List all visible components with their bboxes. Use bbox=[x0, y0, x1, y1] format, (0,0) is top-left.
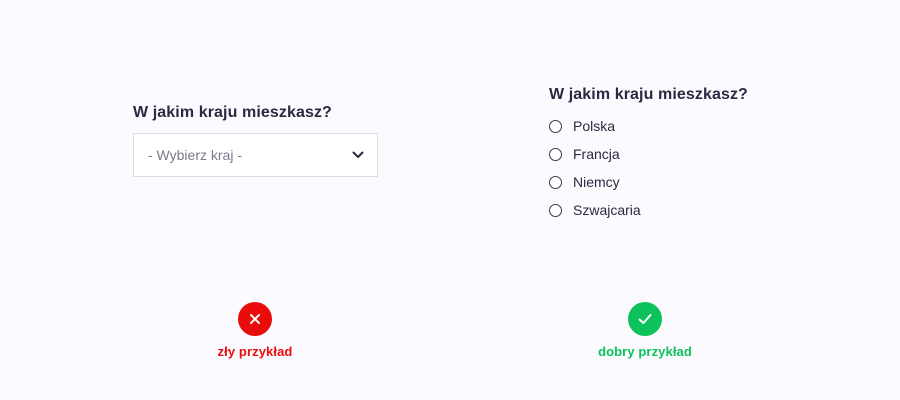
radio-option-francja[interactable]: Francja bbox=[549, 140, 789, 168]
radio-label: Szwajcaria bbox=[573, 202, 641, 218]
radio-option-polska[interactable]: Polska bbox=[549, 112, 789, 140]
verdict-label: zły przykład bbox=[217, 344, 293, 359]
radio-button[interactable] bbox=[549, 147, 562, 161]
bad-example-verdict: zły przykład bbox=[175, 302, 335, 359]
radio-label: Francja bbox=[573, 146, 620, 162]
question-label: W jakim kraju mieszkasz? bbox=[549, 86, 748, 103]
country-select[interactable]: - Wybierz kraj - bbox=[133, 133, 378, 177]
radio-button[interactable] bbox=[549, 203, 562, 217]
radio-label: Polska bbox=[573, 118, 616, 134]
radio-option-szwajcaria[interactable]: Szwajcaria bbox=[549, 196, 789, 224]
good-example-form: W jakim kraju mieszkasz? Polska Francja … bbox=[549, 84, 789, 224]
bad-example-form: W jakim kraju mieszkasz? - Wybierz kraj … bbox=[133, 102, 378, 177]
country-radio-group: Polska Francja Niemcy Szwajcaria bbox=[549, 112, 789, 224]
chevron-down-icon bbox=[351, 148, 365, 162]
good-example-verdict: dobry przykład bbox=[565, 302, 725, 359]
radio-option-niemcy[interactable]: Niemcy bbox=[549, 168, 789, 196]
radio-button[interactable] bbox=[549, 175, 562, 189]
question-label: W jakim kraju mieszkasz? bbox=[133, 104, 332, 121]
select-placeholder: - Wybierz kraj - bbox=[148, 147, 242, 163]
radio-button[interactable] bbox=[549, 119, 562, 133]
check-icon bbox=[628, 302, 662, 336]
verdict-label: dobry przykład bbox=[598, 344, 692, 359]
close-icon bbox=[238, 302, 272, 336]
radio-label: Niemcy bbox=[573, 174, 620, 190]
